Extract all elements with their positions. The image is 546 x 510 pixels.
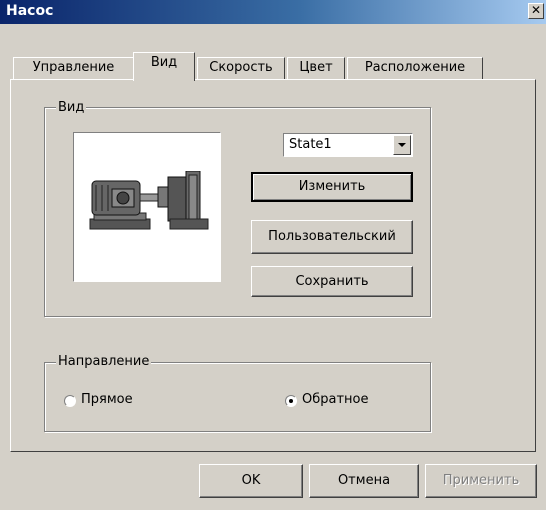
tab-label: Цвет bbox=[299, 60, 333, 75]
tab-label: Управление bbox=[32, 60, 115, 75]
radio-reverse[interactable] bbox=[285, 395, 297, 407]
tab-view[interactable]: Вид bbox=[133, 52, 195, 81]
state-select-value: State1 bbox=[289, 137, 332, 152]
custom-button[interactable]: Пользовательский bbox=[251, 220, 413, 254]
close-icon[interactable]: ✕ bbox=[531, 3, 541, 17]
tab-color[interactable]: Цвет bbox=[287, 57, 345, 79]
state-select[interactable]: State1 bbox=[283, 133, 413, 157]
window-title: Насос bbox=[6, 3, 54, 19]
direction-group-label: Направление bbox=[56, 354, 152, 369]
radio-direct-label[interactable]: Прямое bbox=[81, 392, 133, 407]
tab-label: Вид bbox=[150, 55, 178, 70]
ok-button[interactable]: OK bbox=[199, 464, 303, 498]
radio-reverse-label[interactable]: Обратное bbox=[302, 392, 369, 407]
close-button[interactable]: ✕ bbox=[528, 3, 544, 19]
radio-direct[interactable] bbox=[64, 395, 76, 407]
title-bar: Насос ✕ bbox=[0, 0, 546, 24]
pump-motor-icon bbox=[89, 171, 209, 230]
tab-speed[interactable]: Скорость bbox=[197, 57, 285, 79]
tab-control[interactable]: Управление bbox=[13, 57, 134, 79]
apply-button: Применить bbox=[425, 464, 537, 498]
view-group-label: Вид bbox=[56, 100, 87, 115]
change-button[interactable]: Изменить bbox=[251, 172, 413, 202]
save-button[interactable]: Сохранить bbox=[251, 266, 413, 297]
tab-label: Скорость bbox=[209, 60, 273, 75]
tab-position[interactable]: Расположение bbox=[347, 57, 483, 79]
tab-label: Расположение bbox=[364, 60, 466, 75]
chevron-down-icon[interactable] bbox=[393, 135, 411, 155]
cancel-button[interactable]: Отмена bbox=[309, 464, 419, 498]
pump-preview-image bbox=[73, 132, 221, 282]
